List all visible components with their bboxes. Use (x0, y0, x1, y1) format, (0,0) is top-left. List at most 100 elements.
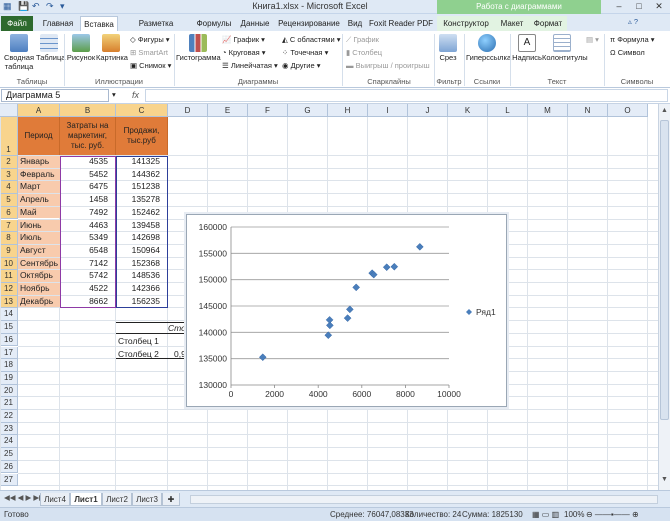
column-header[interactable]: J (408, 104, 448, 117)
scroll-up-icon[interactable]: ▲ (660, 107, 669, 116)
area-chart-button[interactable]: ◭ С областями ▾ (282, 35, 341, 44)
row-header[interactable]: 8 (0, 232, 18, 245)
column-header[interactable]: M (528, 104, 568, 117)
tab-foxit[interactable]: Foxit Reader PDF (368, 16, 434, 31)
sales-cell[interactable]: 144362 (116, 169, 168, 181)
marketing-cell[interactable]: 7142 (60, 258, 116, 270)
sales-cell[interactable]: 152368 (116, 258, 168, 270)
qat-dropdown-icon[interactable]: ▾ (60, 1, 65, 12)
row-header[interactable]: 21 (0, 397, 18, 410)
column-header[interactable]: D (168, 104, 208, 117)
clipart-button[interactable]: Картинка (96, 34, 128, 62)
hyperlink-button[interactable]: Гиперссылка (466, 34, 511, 62)
row-header[interactable]: 15 (0, 321, 18, 334)
tab-format[interactable]: Формат (529, 16, 567, 31)
row-header[interactable]: 18 (0, 359, 18, 372)
save-icon[interactable]: 💾 (18, 1, 29, 12)
row-header[interactable]: 1 (0, 117, 18, 156)
sales-cell[interactable]: 135278 (116, 194, 168, 206)
row-header[interactable]: 27 (0, 473, 18, 487)
zoom-slider[interactable]: ⊖ ——▪—— ⊕ (586, 510, 639, 519)
column-header[interactable]: G (288, 104, 328, 117)
undo-icon[interactable]: ↶ (32, 1, 40, 12)
vertical-scrollbar[interactable]: ▲ ▼ (658, 104, 670, 490)
horizontal-scrollbar[interactable] (190, 495, 658, 504)
smartart-button[interactable]: ⊞ SmartArt (130, 48, 168, 57)
period-cell[interactable]: Март (18, 181, 60, 194)
marketing-cell[interactable]: 8662 (60, 296, 116, 308)
period-cell[interactable]: Май (18, 206, 60, 219)
table-button[interactable]: Таблица (36, 34, 65, 62)
other-charts-button[interactable]: ◉ Другие ▾ (282, 61, 321, 70)
sheet-tab-active[interactable]: Лист1 (70, 493, 102, 506)
column-header[interactable]: F (248, 104, 288, 117)
row-header[interactable]: 13 (0, 295, 18, 309)
period-cell[interactable]: Июнь (18, 219, 60, 232)
graph-chart-button[interactable]: 📈 График ▾ (222, 35, 265, 44)
period-cell[interactable]: Февраль (18, 168, 60, 181)
row-header[interactable]: 6 (0, 206, 18, 220)
redo-icon[interactable]: ↷ (46, 1, 54, 12)
column-header[interactable]: L (488, 104, 528, 117)
row-header[interactable]: 5 (0, 194, 18, 207)
marketing-cell[interactable]: 5742 (60, 270, 116, 282)
more-text-icon[interactable]: ▤ ▾ (586, 35, 599, 44)
tab-file[interactable]: Файл (1, 16, 33, 31)
row-header[interactable]: 17 (0, 346, 18, 360)
insert-sheet-icon[interactable]: ✚ (162, 493, 180, 506)
zoom-level[interactable]: 100% (564, 510, 584, 519)
period-cell[interactable]: Сентябрь (18, 257, 60, 270)
marketing-cell[interactable]: 1458 (60, 194, 116, 206)
row-header[interactable]: 22 (0, 410, 18, 423)
bar-chart-button[interactable]: ☰ Линейчатая ▾ (222, 61, 278, 70)
sales-cell[interactable]: 142698 (116, 232, 168, 244)
period-cell[interactable]: Июль (18, 232, 60, 244)
column-header[interactable]: A (18, 104, 60, 117)
symbol-button[interactable]: Ω Символ (610, 48, 645, 57)
row-header[interactable]: 2 (0, 156, 18, 169)
sheet-tab[interactable]: Лист3 (132, 493, 162, 506)
function-icon[interactable]: fx (132, 90, 139, 100)
sales-cell[interactable]: 151238 (116, 181, 168, 193)
row-header[interactable]: 14 (0, 308, 18, 322)
screenshot-button[interactable]: ▣ Снимок ▾ (130, 61, 171, 70)
column-header[interactable]: I (368, 104, 408, 117)
tab-home[interactable]: Главная (38, 16, 78, 31)
headers-footers-button[interactable]: Колонтитулы (542, 34, 588, 62)
sheet-tab[interactable]: Лист2 (102, 493, 132, 506)
sparkline-graph-button[interactable]: ⟋ График (346, 35, 379, 45)
row-header[interactable]: 7 (0, 219, 18, 233)
row-header[interactable]: 23 (0, 422, 18, 436)
tab-layout[interactable]: Макет (495, 16, 529, 31)
row-header[interactable]: 4 (0, 181, 18, 195)
row-header[interactable]: 20 (0, 384, 18, 398)
marketing-cell[interactable]: 6548 (60, 245, 116, 257)
view-buttons-icon[interactable]: ▦ ▭ ▥ (532, 510, 559, 519)
period-cell[interactable]: Ноябрь (18, 283, 60, 295)
equation-button[interactable]: π Формула ▾ (610, 35, 655, 44)
help-icon[interactable]: ▵ ? (628, 17, 638, 26)
tab-review[interactable]: Рецензирование (276, 16, 342, 31)
row-header[interactable]: 19 (0, 371, 18, 385)
period-cell[interactable]: Декабрь (18, 295, 60, 308)
scatter-chart-button[interactable]: ⁘ Точечная ▾ (282, 48, 328, 57)
sparkline-winloss-button[interactable]: ▬ Выигрыш / проигрыш (346, 61, 430, 70)
column-header[interactable]: H (328, 104, 368, 117)
close-button[interactable]: ✕ (652, 1, 666, 12)
tab-page-layout[interactable]: Разметка страницы (120, 16, 192, 43)
table-header-cell[interactable]: Затраты на маркетинг, тыс. руб. (60, 117, 116, 155)
stats-row-label[interactable]: Столбец 1 (116, 335, 176, 348)
sales-cell[interactable]: 150964 (116, 245, 168, 257)
sales-cell[interactable]: 141325 (116, 156, 168, 168)
sparkline-column-button[interactable]: ▮ Столбец (346, 48, 382, 57)
column-header[interactable]: O (608, 104, 648, 117)
row-header[interactable]: 25 (0, 448, 18, 461)
tab-formulas[interactable]: Формулы (194, 16, 234, 31)
row-header[interactable]: 11 (0, 270, 18, 283)
scatter-chart[interactable]: 130000 135000 140000 145000 150000 155000 1600… (186, 214, 507, 407)
sales-cell[interactable]: 142366 (116, 283, 168, 295)
table-header-cell[interactable]: Продажи, тыс.руб (116, 117, 168, 155)
name-box[interactable]: Диаграмма 5 (1, 89, 109, 102)
minimize-button[interactable]: – (612, 1, 626, 12)
tab-data[interactable]: Данные (236, 16, 274, 31)
